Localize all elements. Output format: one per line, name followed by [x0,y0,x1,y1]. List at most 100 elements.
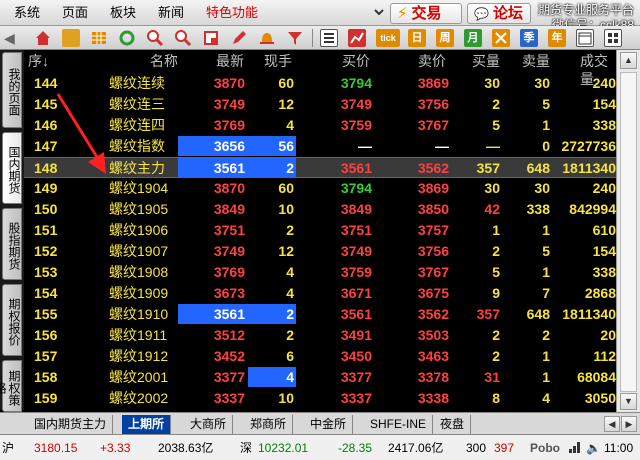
row-ask-volume: 338 [526,201,550,217]
tab-cffex[interactable]: 中金所 [304,415,354,434]
table-row[interactable]: 151 螺纹1906 3751 2 3751 3757 1 1 610 [24,220,616,241]
table-row[interactable]: 158 螺纹2001 3377 4 3377 3378 31 1 68084 [24,367,616,388]
tab-dce[interactable]: 大商所 [184,415,234,434]
menu-bar: 系统 页面 板块 新闻 特色功能 ⚡ 交易 💬 论坛 期货专业服务平台 微信号：cc… [0,0,640,32]
row-bid-price: — [358,138,372,154]
row-bid-volume: 9 [492,285,500,301]
row-bid-volume: 2 [492,96,500,112]
tab-czce[interactable]: 郑商所 [244,415,294,434]
calendar-icon[interactable] [576,29,594,47]
grid-icon[interactable] [90,29,108,47]
tick-button[interactable]: tick [376,29,400,47]
chart-icon[interactable] [348,29,366,47]
row-ask-volume: 30 [534,180,550,196]
tab-option-strategy[interactable]: 期权策略 [0,360,22,412]
header-volume[interactable]: 现手 [264,52,292,70]
row-total-volume: 20 [600,327,616,343]
dropdown-arrow-icon[interactable] [372,3,388,21]
speaker-icon[interactable]: 🔈 [586,440,601,456]
tab-night-session[interactable]: 夜盘 [434,415,472,434]
table-row[interactable]: 157 螺纹1912 3452 6 3450 3463 2 1 112 [24,346,616,367]
market-tabs: 国内期货主力 上期所 大商所 郑商所 中金所 SHFE-INE 夜盘 ◀ ▶ [0,412,640,434]
row-bid-volume: 1 [492,222,500,238]
header-bid[interactable]: 买价 [342,52,370,70]
tab-my-page[interactable]: 我的页面 [2,52,22,128]
monthly-button[interactable]: 月 [464,29,482,47]
settings-grid-icon[interactable] [604,29,622,47]
lightning-icon: ⚡ [397,5,408,22]
table-row[interactable]: 156 螺纹1911 3512 2 3491 3503 2 2 20 [24,325,616,346]
row-ask-volume: 648 [526,306,550,322]
row-bid-volume: 2 [492,327,500,343]
trade-button[interactable]: ⚡ 交易 [390,3,462,24]
header-bid-volume[interactable]: 买量 [472,52,500,70]
edit-icon[interactable] [230,29,248,47]
list-view-icon[interactable] [320,29,338,47]
scroll-up-arrow-icon[interactable]: ▲ [620,52,637,69]
window-icon[interactable] [202,29,220,47]
left-tab-strip: 我的页面 国内期货 股指期货 期权报价 期权策略 [0,50,24,412]
refresh-icon[interactable] [118,29,136,47]
row-ask-volume: 0 [542,138,550,154]
row-ask-volume: 1 [542,222,550,238]
row-ask-volume: 1 [542,348,550,364]
table-row[interactable]: 159 螺纹2002 3337 10 3337 3338 8 4 3050 [24,388,616,409]
table-row[interactable]: 155 螺纹1910 3561 2 3561 3562 357 648 1811340 [24,304,616,325]
bell-icon[interactable] [258,29,276,47]
menu-news[interactable]: 新闻 [158,4,184,22]
tab-shfe[interactable]: 上期所 [122,415,172,434]
daily-button[interactable]: 日 [408,29,426,47]
row-ask-volume: 1 [542,264,550,280]
table-row[interactable]: 154 螺纹1909 3673 4 3671 3675 9 7 2868 [24,283,616,304]
header-last[interactable]: 最新 [216,52,244,70]
zoom-out-icon[interactable] [174,29,192,47]
tab-option-quotes[interactable]: 期权报价 [2,284,22,356]
menu-system[interactable]: 系统 [14,4,40,22]
row-last-price: 3561 [213,306,245,322]
row-last-price: 3769 [213,264,245,280]
row-code: 150 [34,201,58,217]
row-name: 螺纹2001 [109,369,169,385]
yearly-button[interactable]: 年 [548,29,566,47]
scroll-left-arrow-icon[interactable]: ◀ [604,416,620,432]
zoom-in-icon[interactable] [146,29,164,47]
row-name: 螺纹连三 [109,96,165,112]
table-row[interactable]: 150 螺纹1905 3849 10 3849 3850 42 338 842994 [24,199,616,220]
row-ask-price: 3757 [417,222,449,238]
menu-special-features[interactable]: 特色功能 [206,4,258,22]
vertical-scrollbar[interactable]: ▲ ▼ [616,50,640,412]
header-ask-volume[interactable]: 卖量 [522,52,550,70]
annotation-arrow-icon [56,93,106,174]
table-row[interactable]: 153 螺纹1908 3769 4 3759 3767 5 1 338 [24,262,616,283]
row-bid-volume: 357 [476,160,500,176]
table-row[interactable]: 152 螺纹1907 3749 12 3749 3756 2 5 154 [24,241,616,262]
scrollbar-thumb[interactable] [620,72,637,392]
row-total-volume: 842994 [569,201,616,217]
tab-domestic-main[interactable]: 国内期货主力 [28,415,114,434]
scroll-right-arrow-icon[interactable]: ▶ [621,416,637,432]
row-name: 螺纹主力 [109,160,165,176]
weekly-button[interactable]: 周 [436,29,454,47]
tab-index-futures[interactable]: 股指期货 [2,208,22,280]
scroll-down-arrow-icon[interactable]: ▼ [620,393,637,410]
book-icon[interactable] [62,29,80,47]
header-ask[interactable]: 卖价 [418,52,446,70]
back-arrow-icon[interactable]: ◀ [4,29,22,47]
menu-sector[interactable]: 板块 [110,4,136,22]
table-row[interactable]: 149 螺纹1904 3870 60 3794 3869 30 30 240 [24,178,616,199]
menu-page[interactable]: 页面 [62,4,88,22]
row-bid-price: 3759 [340,117,372,133]
filter-icon[interactable] [286,29,304,47]
header-name[interactable]: 名称 [150,52,178,70]
home-icon[interactable] [34,29,52,47]
forum-button[interactable]: 💬 论坛 [467,3,531,24]
row-name: 螺纹1907 [109,243,169,259]
tab-domestic-futures[interactable]: 国内期货 [2,132,22,204]
tab-shfe-ine[interactable]: SHFE-INE [364,415,434,434]
x-icon[interactable] [492,29,510,47]
row-bid-volume: 2 [492,348,500,364]
row-name: 螺纹1905 [109,201,169,217]
row-last-price: 3656 [213,138,245,154]
quarterly-button[interactable]: 季 [520,29,538,47]
header-seq[interactable]: 序↓ [28,52,49,70]
